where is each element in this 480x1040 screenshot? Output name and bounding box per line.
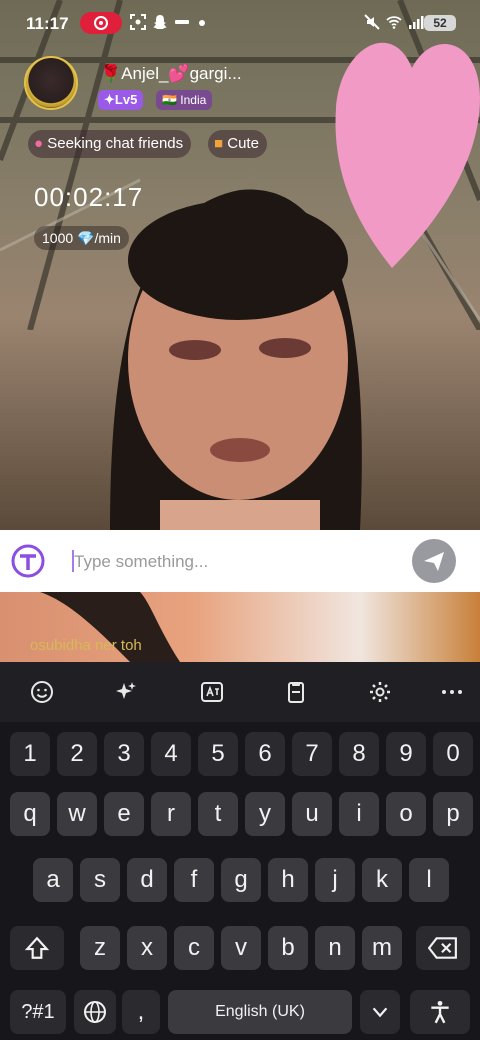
country-badge: 🇮🇳 India [156,90,213,110]
key-t[interactable]: t [198,792,238,836]
chevron-down-icon [372,1007,388,1018]
key-l[interactable]: l [409,858,449,902]
heart-sticker-icon [332,18,480,288]
key-6[interactable]: 6 [245,732,285,776]
chat-message-area: osubidha ner toh [0,592,480,662]
avatar[interactable] [24,56,78,110]
globe-icon [84,1001,106,1023]
translate-icon[interactable] [194,674,230,710]
key-y[interactable]: y [245,792,285,836]
chat-message: osubidha ner toh [30,637,142,654]
key-q[interactable]: q [10,792,50,836]
key-0[interactable]: 0 [433,732,473,776]
key-8[interactable]: 8 [339,732,379,776]
text-caret [72,550,74,572]
video-feed: 11:17 52 🌹Anjel_💕gargi... ✦Lv5 🇮🇳 India … [0,0,480,530]
send-icon [424,552,444,571]
call-rate: 1000 💎/min [34,226,129,250]
language-key[interactable] [74,990,116,1034]
send-button[interactable] [412,539,456,583]
sparkle-icon[interactable] [108,674,144,710]
screen-record-icon[interactable] [80,12,122,34]
key-3[interactable]: 3 [104,732,144,776]
tag-emoji-icon: ■ [214,135,228,152]
call-timer: 00:02:17 [34,182,144,212]
heart-chat-icon: ● [34,135,48,152]
key-g[interactable]: g [221,858,261,902]
key-z[interactable]: z [80,926,120,970]
tag-label: Seeking chat friends [47,135,184,152]
key-5[interactable]: 5 [198,732,238,776]
key-c[interactable]: c [174,926,214,970]
more-icon[interactable] [434,674,470,710]
host-profile[interactable]: 🌹Anjel_💕gargi... ✦Lv5 🇮🇳 India [24,56,274,118]
symbols-key[interactable]: ?#1 [10,990,66,1034]
more-notifications-dot-icon [199,20,205,26]
scan-icon [130,14,146,30]
key-a[interactable]: a [33,858,73,902]
level-badge: ✦Lv5 [98,90,144,110]
app-logo-icon[interactable] [10,543,46,579]
space-key[interactable]: English (UK) [168,990,352,1034]
status-time: 11:17 [26,14,69,33]
mute-icon [364,14,380,30]
accessibility-key[interactable] [410,990,470,1034]
chat-input-bar [0,530,480,592]
tag-cute: ■ Cute [208,130,267,158]
tag-seeking-chat-friends: ● Seeking chat friends [28,130,192,158]
key-u[interactable]: u [292,792,332,836]
key-n[interactable]: n [315,926,355,970]
comma-key[interactable]: , [122,990,160,1034]
hide-keyboard-key[interactable] [360,990,400,1034]
key-k[interactable]: k [362,858,402,902]
key-o[interactable]: o [386,792,426,836]
backspace-key[interactable] [416,926,470,970]
key-v[interactable]: v [221,926,261,970]
accessibility-icon [431,1000,449,1024]
key-e[interactable]: e [104,792,144,836]
battery-level: 52 [424,15,456,31]
key-d[interactable]: d [127,858,167,902]
backspace-icon [427,937,457,959]
key-j[interactable]: j [315,858,355,902]
key-4[interactable]: 4 [151,732,191,776]
key-i[interactable]: i [339,792,379,836]
key-h[interactable]: h [268,858,308,902]
signal-icon [409,16,424,29]
wifi-icon [386,16,402,29]
keyboard: 1 2 3 4 5 6 7 8 9 0 q w e r t y u i o p … [0,662,480,1040]
host-name: 🌹Anjel_💕gargi... [100,64,242,83]
emoji-icon[interactable] [24,674,60,710]
tag-label: Cute [227,135,259,152]
key-f[interactable]: f [174,858,214,902]
status-bar: 11:17 52 [0,0,480,46]
key-7[interactable]: 7 [292,732,332,776]
app-notification-icon [175,20,189,24]
settings-icon[interactable] [362,674,398,710]
clipboard-icon[interactable] [278,674,314,710]
key-m[interactable]: m [362,926,402,970]
key-w[interactable]: w [57,792,97,836]
snapchat-icon [153,15,167,29]
key-1[interactable]: 1 [10,732,50,776]
key-x[interactable]: x [127,926,167,970]
shift-icon [24,936,50,959]
shift-key[interactable] [10,926,64,970]
key-b[interactable]: b [268,926,308,970]
key-p[interactable]: p [433,792,473,836]
key-s[interactable]: s [80,858,120,902]
key-2[interactable]: 2 [57,732,97,776]
keyboard-toolbar [0,662,480,722]
key-r[interactable]: r [151,792,191,836]
message-input[interactable] [72,544,396,580]
key-9[interactable]: 9 [386,732,426,776]
